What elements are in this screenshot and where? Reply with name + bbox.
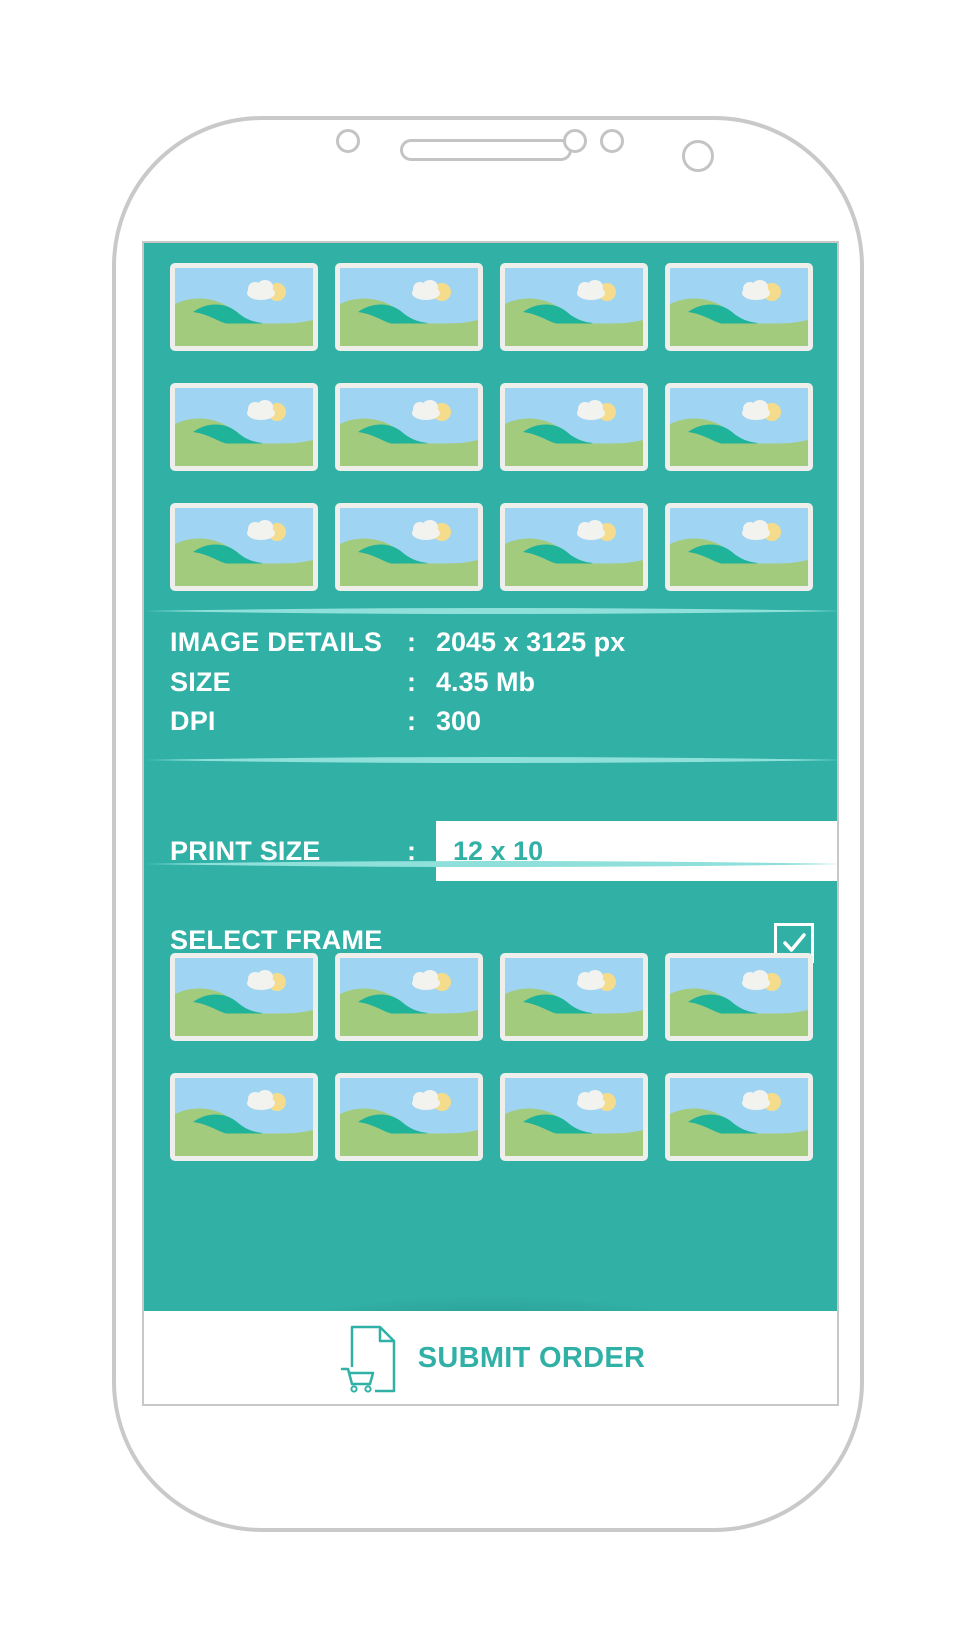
app-screen: IMAGE DETAILS : 2045 x 3125 px SIZE : 4.… <box>142 241 839 1406</box>
frame-option[interactable] <box>170 1073 318 1161</box>
frame-option[interactable] <box>665 1073 813 1161</box>
size-value: 4.35 Mb <box>436 667 536 697</box>
sensor-dot-2 <box>600 129 624 153</box>
gallery-thumbnail[interactable] <box>500 383 648 471</box>
frame-option[interactable] <box>500 1073 648 1161</box>
gallery-thumbnail[interactable] <box>500 503 648 591</box>
landscape-image-icon <box>340 388 478 466</box>
landscape-image-icon <box>340 268 478 346</box>
gallery-thumbnail[interactable] <box>170 263 318 351</box>
frame-option[interactable] <box>170 953 318 1041</box>
landscape-image-icon <box>340 508 478 586</box>
landscape-image-icon <box>175 508 313 586</box>
sensor-dot-1 <box>563 129 587 153</box>
colon: : <box>407 706 416 736</box>
landscape-image-icon <box>670 958 808 1036</box>
landscape-image-icon <box>505 388 643 466</box>
frame-option[interactable] <box>335 1073 483 1161</box>
gallery-thumbnail[interactable] <box>665 503 813 591</box>
landscape-image-icon <box>505 958 643 1036</box>
image-gallery <box>170 263 813 591</box>
landscape-image-icon <box>175 388 313 466</box>
document-cart-icon <box>340 1323 400 1395</box>
submit-order-label: SUBMIT ORDER <box>417 1342 646 1374</box>
colon: : <box>407 627 416 657</box>
divider <box>144 756 837 764</box>
landscape-image-icon <box>505 1078 643 1156</box>
size-label: SIZE <box>170 667 231 697</box>
gallery-thumbnail[interactable] <box>335 383 483 471</box>
gallery-thumbnail[interactable] <box>665 263 813 351</box>
landscape-image-icon <box>340 1078 478 1156</box>
gallery-thumbnail[interactable] <box>665 383 813 471</box>
front-camera-right <box>682 140 714 172</box>
gallery-thumbnail[interactable] <box>170 383 318 471</box>
landscape-image-icon <box>175 958 313 1036</box>
front-camera-left <box>336 129 360 153</box>
landscape-image-icon <box>670 1078 808 1156</box>
landscape-image-icon <box>505 508 643 586</box>
frame-option[interactable] <box>665 953 813 1041</box>
landscape-image-icon <box>505 268 643 346</box>
image-details-label: IMAGE DETAILS <box>170 627 383 657</box>
submit-order-button[interactable]: SUBMIT ORDER <box>144 1311 837 1404</box>
phone-speaker <box>400 139 572 161</box>
landscape-image-icon <box>670 508 808 586</box>
landscape-image-icon <box>670 388 808 466</box>
landscape-image-icon <box>670 268 808 346</box>
image-dimensions-value: 2045 x 3125 px <box>436 627 626 657</box>
landscape-image-icon <box>175 1078 313 1156</box>
dpi-label: DPI <box>170 706 216 736</box>
landscape-image-icon <box>340 958 478 1036</box>
colon: : <box>407 667 416 697</box>
select-frame-label: SELECT FRAME <box>170 925 383 955</box>
landscape-image-icon <box>175 268 313 346</box>
print-size-input[interactable]: 12 x 10 <box>436 821 837 881</box>
frame-option[interactable] <box>500 953 648 1041</box>
frame-gallery <box>170 953 813 1161</box>
gallery-thumbnail[interactable] <box>500 263 648 351</box>
divider <box>144 607 837 615</box>
gallery-thumbnail[interactable] <box>335 503 483 591</box>
gallery-thumbnail[interactable] <box>335 263 483 351</box>
frame-option[interactable] <box>335 953 483 1041</box>
divider <box>144 860 837 868</box>
dpi-value: 300 <box>436 706 482 736</box>
gallery-thumbnail[interactable] <box>170 503 318 591</box>
